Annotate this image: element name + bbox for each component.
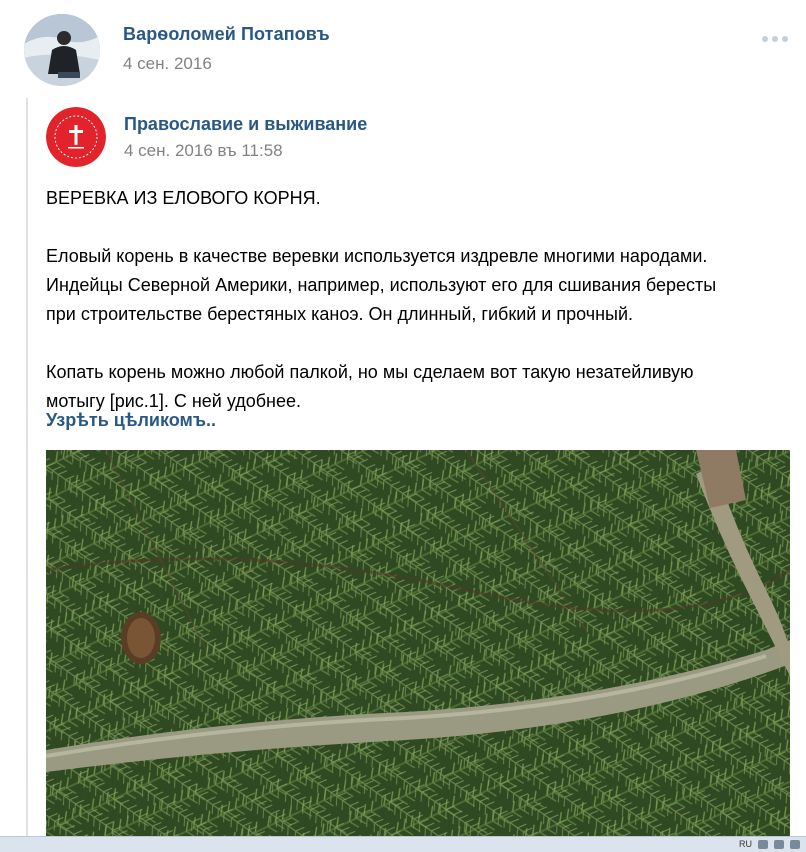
author-avatar[interactable]: [24, 14, 100, 86]
post-line: Копать корень можно любой палкой, но мы …: [46, 362, 694, 382]
dot: [782, 36, 788, 42]
system-tray: RU: [739, 839, 800, 849]
post-text: ВЕРЕВКА ИЗ ЕЛОВОГО КОРНЯ. Еловый корень …: [46, 184, 791, 416]
repost-divider: [26, 98, 28, 851]
post-photo[interactable]: [46, 450, 790, 836]
post-title: ВЕРЕВКА ИЗ ЕЛОВОГО КОРНЯ.: [46, 188, 321, 208]
dot: [762, 36, 768, 42]
group-avatar[interactable]: [46, 107, 106, 167]
post-line: Еловый корень в качестве веревки использ…: [46, 246, 708, 266]
expand-post-link[interactable]: Узрѣть цѣликомъ..: [46, 410, 216, 431]
author-name[interactable]: Варѳоломей Потаповъ: [123, 24, 330, 45]
language-indicator[interactable]: RU: [739, 839, 752, 849]
battery-icon[interactable]: [790, 839, 800, 849]
repost-date[interactable]: 4 сен. 2016 въ 11:58: [124, 141, 283, 161]
post-line: Индейцы Северной Америки, например, испо…: [46, 275, 717, 295]
dot: [772, 36, 778, 42]
more-dots-icon[interactable]: [762, 36, 788, 42]
network-icon[interactable]: [758, 839, 768, 849]
group-name[interactable]: Православие и выживание: [124, 114, 367, 135]
taskbar: RU: [0, 836, 806, 852]
post-date[interactable]: 4 сен. 2016: [123, 54, 212, 74]
post-line: при строительстве берестяных каноэ. Он д…: [46, 304, 634, 324]
volume-icon[interactable]: [774, 839, 784, 849]
